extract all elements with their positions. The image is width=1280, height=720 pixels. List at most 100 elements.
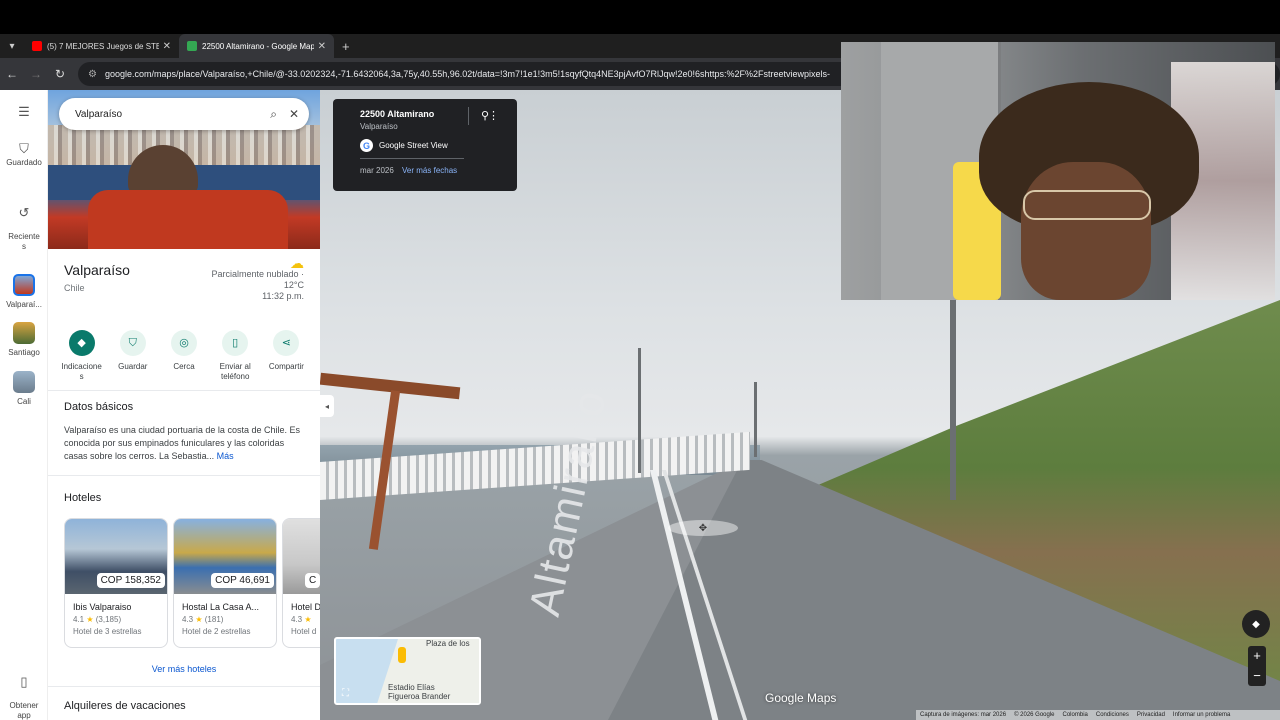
rail-item-recent[interactable]: ↺ Reciente s (0, 198, 48, 252)
hotel-class: Hotel de 2 estrellas (182, 627, 251, 636)
share-icon: ⋖ (273, 330, 300, 356)
basics-text: Valparaíso es una ciudad portuaria de la… (64, 424, 308, 463)
divider (360, 158, 464, 159)
nearby-button[interactable]: ◎ Cerca (158, 330, 209, 382)
rail-item-get-app[interactable]: ▯ Obtener app (0, 667, 48, 720)
tab-search-icon[interactable]: ▾ (0, 34, 24, 58)
hotel-price: C (305, 573, 320, 588)
terms-link[interactable]: Condiciones (1096, 712, 1129, 718)
street-lamp (754, 382, 757, 457)
action-row: ◆ Indicacione s ⛉ Guardar ◎ Cerca ▯ Envi… (56, 330, 312, 382)
send-to-phone-button[interactable]: ▯ Enviar al teléfono (210, 330, 261, 382)
attribution-region[interactable]: Colombia (1063, 712, 1088, 718)
more-dates-link[interactable]: Ver más fechas (402, 166, 457, 175)
zoom-control: + − (1248, 646, 1266, 686)
maps-icon (187, 41, 197, 51)
hotel-price: COP 158,352 (96, 573, 165, 588)
directions-icon: ◆ (68, 330, 95, 356)
search-icon[interactable]: ⌕ (270, 107, 277, 122)
hotel-card[interactable]: C Hotel D 4.3 ★ Hotel d (282, 518, 320, 648)
google-maps-logo: Google Maps (765, 691, 837, 705)
rail-label: Guardado (6, 158, 42, 167)
privacy-link[interactable]: Privacidad (1137, 712, 1165, 718)
tab-google-maps[interactable]: 22500 Altamirano - Google Maps ✕ (179, 34, 334, 58)
expand-icon[interactable]: ⛶ (342, 688, 349, 699)
back-icon[interactable]: ← (0, 67, 24, 81)
tab-youtube[interactable]: (5) 7 MEJORES Juegos de STEAM ✕ (24, 34, 179, 58)
action-label: Enviar al teléfono (219, 362, 251, 381)
rail-item-valparaiso[interactable]: Valparaí... (0, 274, 48, 310)
place-thumbnail (13, 371, 35, 393)
street-lamp (638, 348, 641, 473)
source-row: G Google Street View (360, 139, 517, 152)
zoom-out-icon[interactable]: − (1248, 666, 1266, 686)
screen: ▾ (5) 7 MEJORES Juegos de STEAM ✕ 22500 … (0, 0, 1280, 720)
more-link[interactable]: Más (217, 451, 234, 461)
hotel-name: Ibis Valparaiso (73, 602, 132, 612)
hotel-card[interactable]: COP 158,352 Ibis Valparaiso 4.1 ★ (3,185… (64, 518, 168, 648)
search-input[interactable] (75, 108, 259, 120)
close-tab-icon[interactable]: ✕ (163, 41, 171, 52)
tab-title: 22500 Altamirano - Google Maps (202, 41, 314, 51)
close-tab-icon[interactable]: ✕ (318, 41, 326, 52)
webcam-overlay (841, 42, 1275, 300)
hotel-class: Hotel de 3 estrellas (73, 627, 142, 636)
hotels-heading: Hoteles (64, 492, 102, 504)
minimap[interactable]: Plaza de los Estadio Elías Figueroa Bran… (334, 637, 481, 705)
attribution-copyright: © 2026 Google (1014, 712, 1055, 718)
divider (48, 475, 320, 476)
more-options-icon[interactable]: ⋮ (488, 109, 499, 122)
hotel-name: Hotel D (291, 602, 320, 612)
rail-label: Cali (17, 397, 31, 406)
place-thumbnail (13, 274, 35, 296)
reload-icon[interactable]: ↻ (48, 67, 72, 81)
star-icon: ★ (304, 615, 312, 624)
new-tab-icon[interactable]: + (342, 39, 350, 54)
hotel-card[interactable]: COP 46,691 Hostal La Casa A... 4.3 ★ (18… (173, 518, 277, 648)
report-problem-link[interactable]: Informar un problema (1173, 712, 1230, 718)
search-box: ⌕ ✕ (59, 98, 309, 130)
hotel-photo: C (283, 519, 320, 594)
pegman-icon (398, 647, 406, 663)
divider (48, 390, 320, 391)
move-cursor-icon: ✥ (668, 520, 738, 536)
address-city: Valparaíso (360, 122, 398, 131)
collapse-panel-button[interactable]: ◂ (320, 395, 334, 417)
close-icon[interactable]: ✕ (289, 107, 299, 121)
zoom-in-icon[interactable]: + (1248, 646, 1266, 666)
hotel-name: Hostal La Casa A... (182, 602, 260, 612)
divider (468, 107, 469, 125)
compass-icon[interactable]: ◆ (1242, 610, 1270, 638)
save-button[interactable]: ⛉ Guardar (107, 330, 158, 382)
star-icon: ★ (86, 615, 94, 624)
action-label: Indicacione s (61, 362, 102, 381)
more-hotels-link[interactable]: Ver más hoteles (48, 664, 320, 674)
action-label: Compartir (268, 362, 304, 371)
left-rail: ☰ ⛉ Guardado ↺ Reciente s Valparaí... Sa… (0, 90, 48, 720)
map-label: Plaza de los (426, 639, 470, 648)
rail-item-saved[interactable]: ⛉ Guardado (0, 141, 48, 168)
rail-item-santiago[interactable]: Santiago (0, 322, 48, 358)
capture-date: mar 2026 (360, 166, 394, 175)
partly-cloudy-icon: ☁ (290, 255, 304, 271)
place-country: Chile (64, 283, 85, 293)
google-logo-icon: G (360, 139, 373, 152)
place-title: Valparaíso (64, 262, 130, 278)
webcam-face (1021, 162, 1151, 300)
bookmark-icon: ⛉ (19, 141, 29, 156)
weather-time: 11:32 p.m. (262, 291, 304, 301)
basics-heading: Datos básicos (64, 401, 134, 413)
url-text: google.com/maps/place/Valparaíso,+Chile/… (104, 69, 831, 79)
hotel-rating: 4.3 ★ (181) (182, 615, 224, 624)
site-info-icon[interactable]: ⚙ (88, 69, 97, 80)
forward-icon[interactable]: → (24, 67, 48, 81)
rail-item-cali[interactable]: Cali (0, 371, 48, 407)
rail-label: Reciente s (8, 232, 40, 251)
attribution-capture: Captura de imágenes: mar 2026 (920, 712, 1007, 718)
hotel-photo: COP 158,352 (65, 519, 167, 594)
weather-widget: ☁ Parcialmente nublado · 12°C 11:32 p.m. (211, 255, 304, 302)
menu-button[interactable]: ☰ (0, 104, 48, 121)
share-button[interactable]: ⋖ Compartir (261, 330, 312, 382)
directions-button[interactable]: ◆ Indicacione s (56, 330, 107, 382)
hamburger-icon: ☰ (18, 104, 30, 119)
